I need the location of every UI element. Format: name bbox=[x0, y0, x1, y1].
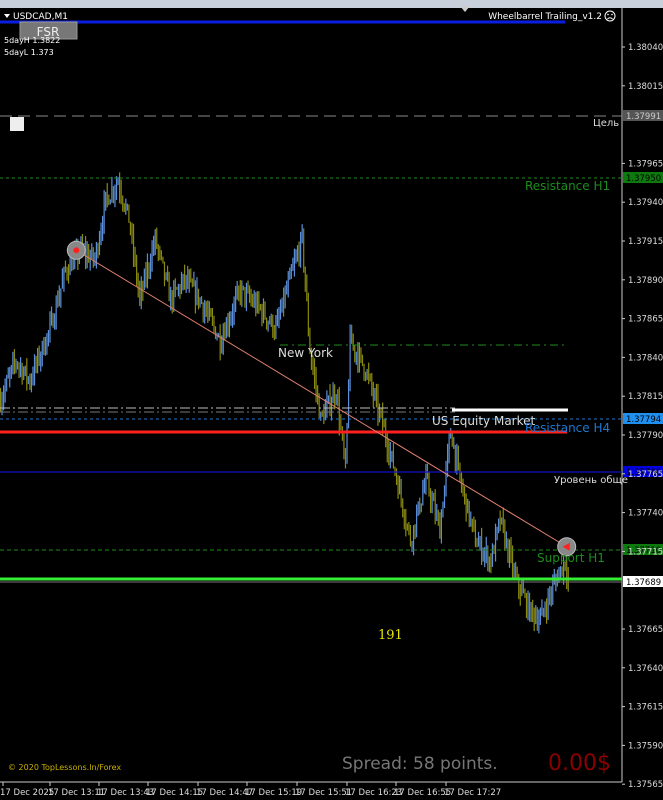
trendline[interactable] bbox=[76, 249, 567, 548]
target-label: Цель bbox=[593, 118, 619, 129]
price-tick-label: 1.37665 bbox=[628, 625, 663, 635]
general-level-label: Уровень обще bbox=[554, 475, 628, 486]
symbol-menu-icon[interactable] bbox=[4, 14, 10, 18]
price-tick-label: 1.37840 bbox=[628, 353, 663, 363]
resistance-h4-label: Resistance H4 bbox=[525, 421, 610, 435]
time-tick-label: 17 Dec 17:27 bbox=[444, 788, 501, 798]
price-tick-label: 1.37765 bbox=[628, 470, 663, 480]
price-tick-label: 1.37915 bbox=[628, 237, 663, 247]
five-day-high: 5dayH 1.3822 bbox=[4, 36, 60, 45]
price-tick-label: 1.37640 bbox=[628, 664, 663, 674]
profit-text: 0.00$ bbox=[548, 751, 611, 776]
price-tick-label: 1.37890 bbox=[628, 276, 663, 286]
resistance-h1-label: Resistance H1 bbox=[525, 179, 610, 193]
window-frame-top bbox=[0, 0, 663, 8]
spread-text: Spread: 58 points. bbox=[342, 754, 498, 774]
time-tick-label: 17 Dec 14:15 bbox=[146, 788, 203, 798]
chart-shift-marker[interactable] bbox=[460, 6, 470, 12]
price-tick-label: 1.37715 bbox=[628, 547, 663, 557]
bar-counter: 191 bbox=[378, 628, 403, 643]
sad-face-icon[interactable] bbox=[604, 10, 616, 22]
price-tick-label: 1.37615 bbox=[628, 703, 663, 713]
support-h1-label: Support H1 bbox=[537, 551, 605, 565]
price-tick-label: 1.38040 bbox=[628, 43, 663, 53]
resistance-h4-price: 1.37794 bbox=[626, 415, 661, 425]
copyright-link[interactable]: © 2020 TopLessons.In/Forex bbox=[8, 763, 121, 772]
time-tick-label: 17 Dec 2025 bbox=[0, 788, 54, 798]
target-price: 1.37991 bbox=[626, 112, 661, 122]
price-tick-label: 1.37790 bbox=[628, 431, 663, 441]
price-tick-label: 1.37865 bbox=[628, 315, 663, 325]
new-york-label: New York bbox=[278, 346, 333, 360]
panel-toggle-button[interactable] bbox=[10, 117, 24, 131]
price-tick-label: 1.37565 bbox=[628, 780, 663, 790]
price-tick-label: 1.37590 bbox=[628, 741, 663, 751]
price-tick-label: 1.37815 bbox=[628, 392, 663, 402]
time-tick-label: 17 Dec 16:55 bbox=[394, 788, 451, 798]
price-tick-label: 1.37940 bbox=[628, 198, 663, 208]
trendline-start-marker[interactable] bbox=[66, 240, 86, 260]
time-axis: 17 Dec 202517 Dec 13:1117 Dec 13:4317 De… bbox=[0, 782, 501, 798]
symbol-timeframe: USDCAD,M1 bbox=[13, 12, 68, 22]
price-tick-label: 1.37965 bbox=[628, 159, 663, 169]
resistance-h1-price: 1.37950 bbox=[626, 174, 661, 184]
five-day-low: 5dayL 1.373 bbox=[4, 48, 54, 57]
expert-name[interactable]: Wheelbarrel Trailing_v1.2 bbox=[488, 12, 602, 22]
time-tick-label: 17 Dec 15:19 bbox=[245, 788, 302, 798]
price-tick-label: 1.38015 bbox=[628, 82, 663, 92]
us-equity-label: US Equity Market bbox=[432, 414, 536, 428]
price-bars bbox=[0, 172, 569, 634]
price-chart[interactable]: Цель Resistance H1 New York US Equity Ma… bbox=[0, 0, 663, 800]
price-tick-label: 1.37740 bbox=[628, 509, 663, 519]
current-price: 1.37689 bbox=[626, 578, 661, 588]
time-tick-label: 17 Dec 15:51 bbox=[295, 788, 352, 798]
